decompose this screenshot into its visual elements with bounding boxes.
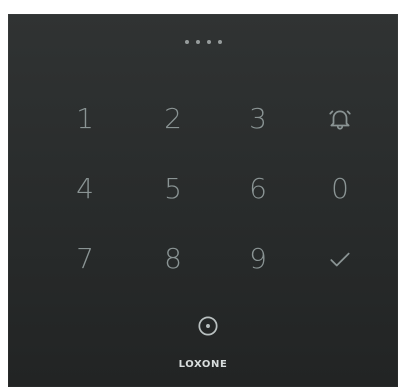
- key-0-label: 0: [331, 171, 349, 205]
- pin-dot: [206, 40, 211, 44]
- pin-dot: [217, 40, 222, 44]
- key-8[interactable]: 8: [138, 229, 208, 289]
- alarm-button[interactable]: [305, 89, 375, 149]
- key-2[interactable]: 2: [138, 89, 208, 149]
- key-1-label: 1: [76, 101, 94, 135]
- key-4[interactable]: 4: [50, 159, 120, 219]
- checkmark-icon: [330, 252, 350, 267]
- pin-dot: [184, 40, 189, 44]
- key-4-label: 4: [76, 171, 94, 205]
- bell-icon: [329, 110, 351, 130]
- bottom-controls: [8, 306, 398, 346]
- key-7[interactable]: 7: [50, 229, 120, 289]
- keypad-device: 1 2 3 4 5 6 0 7 8 9 LOXONE: [8, 14, 398, 387]
- key-5[interactable]: 5: [138, 159, 208, 219]
- brand-logo: LOXONE: [178, 359, 228, 370]
- target-icon: [198, 316, 218, 336]
- key-0[interactable]: 0: [305, 159, 375, 219]
- key-2-label: 2: [164, 101, 182, 135]
- key-8-label: 8: [164, 241, 182, 275]
- pin-dot: [195, 40, 200, 44]
- key-5-label: 5: [164, 171, 182, 205]
- key-7-label: 7: [76, 241, 94, 275]
- key-1[interactable]: 1: [50, 89, 120, 149]
- key-6-label: 6: [249, 171, 267, 205]
- key-9-label: 9: [249, 241, 267, 275]
- reader-button[interactable]: [173, 296, 243, 356]
- key-3[interactable]: 3: [223, 89, 293, 149]
- pin-indicator: [8, 40, 398, 52]
- key-9[interactable]: 9: [223, 229, 293, 289]
- confirm-button[interactable]: [305, 229, 375, 289]
- key-6[interactable]: 6: [223, 159, 293, 219]
- key-3-label: 3: [249, 101, 267, 135]
- numeric-keypad: 1 2 3 4 5 6 0 7 8 9: [8, 84, 398, 294]
